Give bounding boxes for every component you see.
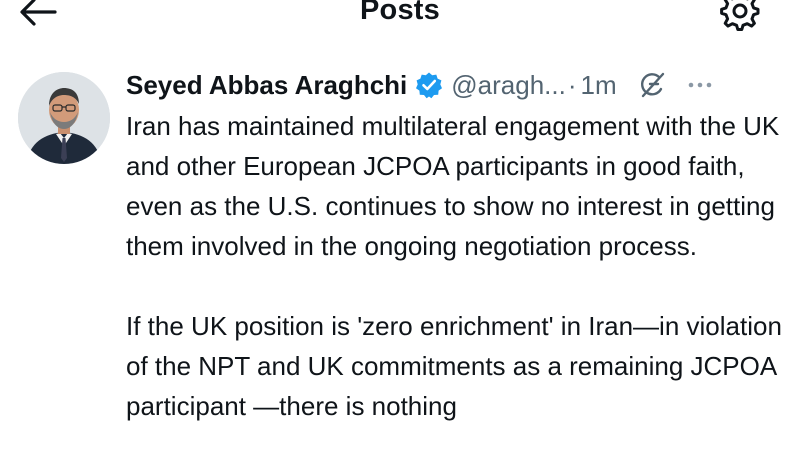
post-paragraph: Iran has maintained multilateral engagem… xyxy=(126,111,780,261)
settings-button[interactable] xyxy=(716,0,764,38)
post-item[interactable]: Seyed Abbas Araghchi @aragh... · 1m Iran… xyxy=(0,60,800,450)
post-paragraph: If the UK position is 'zero enrichment' … xyxy=(126,311,782,421)
avatar-image xyxy=(18,72,110,164)
posts-screen: Posts Seyed Abbas Araghchi @aragh... · 1… xyxy=(0,0,800,450)
author-name[interactable]: Seyed Abbas Araghchi xyxy=(126,70,407,101)
top-bar: Posts xyxy=(0,0,800,40)
more-options-icon[interactable] xyxy=(685,70,715,100)
page-title: Posts xyxy=(360,0,440,26)
gear-icon xyxy=(719,0,761,38)
avatar[interactable] xyxy=(18,72,110,164)
post-header: Seyed Abbas Araghchi @aragh... · 1m xyxy=(126,65,786,105)
post-text: Iran has maintained multilateral engagem… xyxy=(126,106,786,450)
verified-badge-icon xyxy=(415,71,443,99)
post-time[interactable]: 1m xyxy=(581,70,617,101)
grok-icon[interactable] xyxy=(637,70,667,100)
author-handle[interactable]: @aragh... xyxy=(451,70,566,101)
separator-dot: · xyxy=(567,69,577,100)
